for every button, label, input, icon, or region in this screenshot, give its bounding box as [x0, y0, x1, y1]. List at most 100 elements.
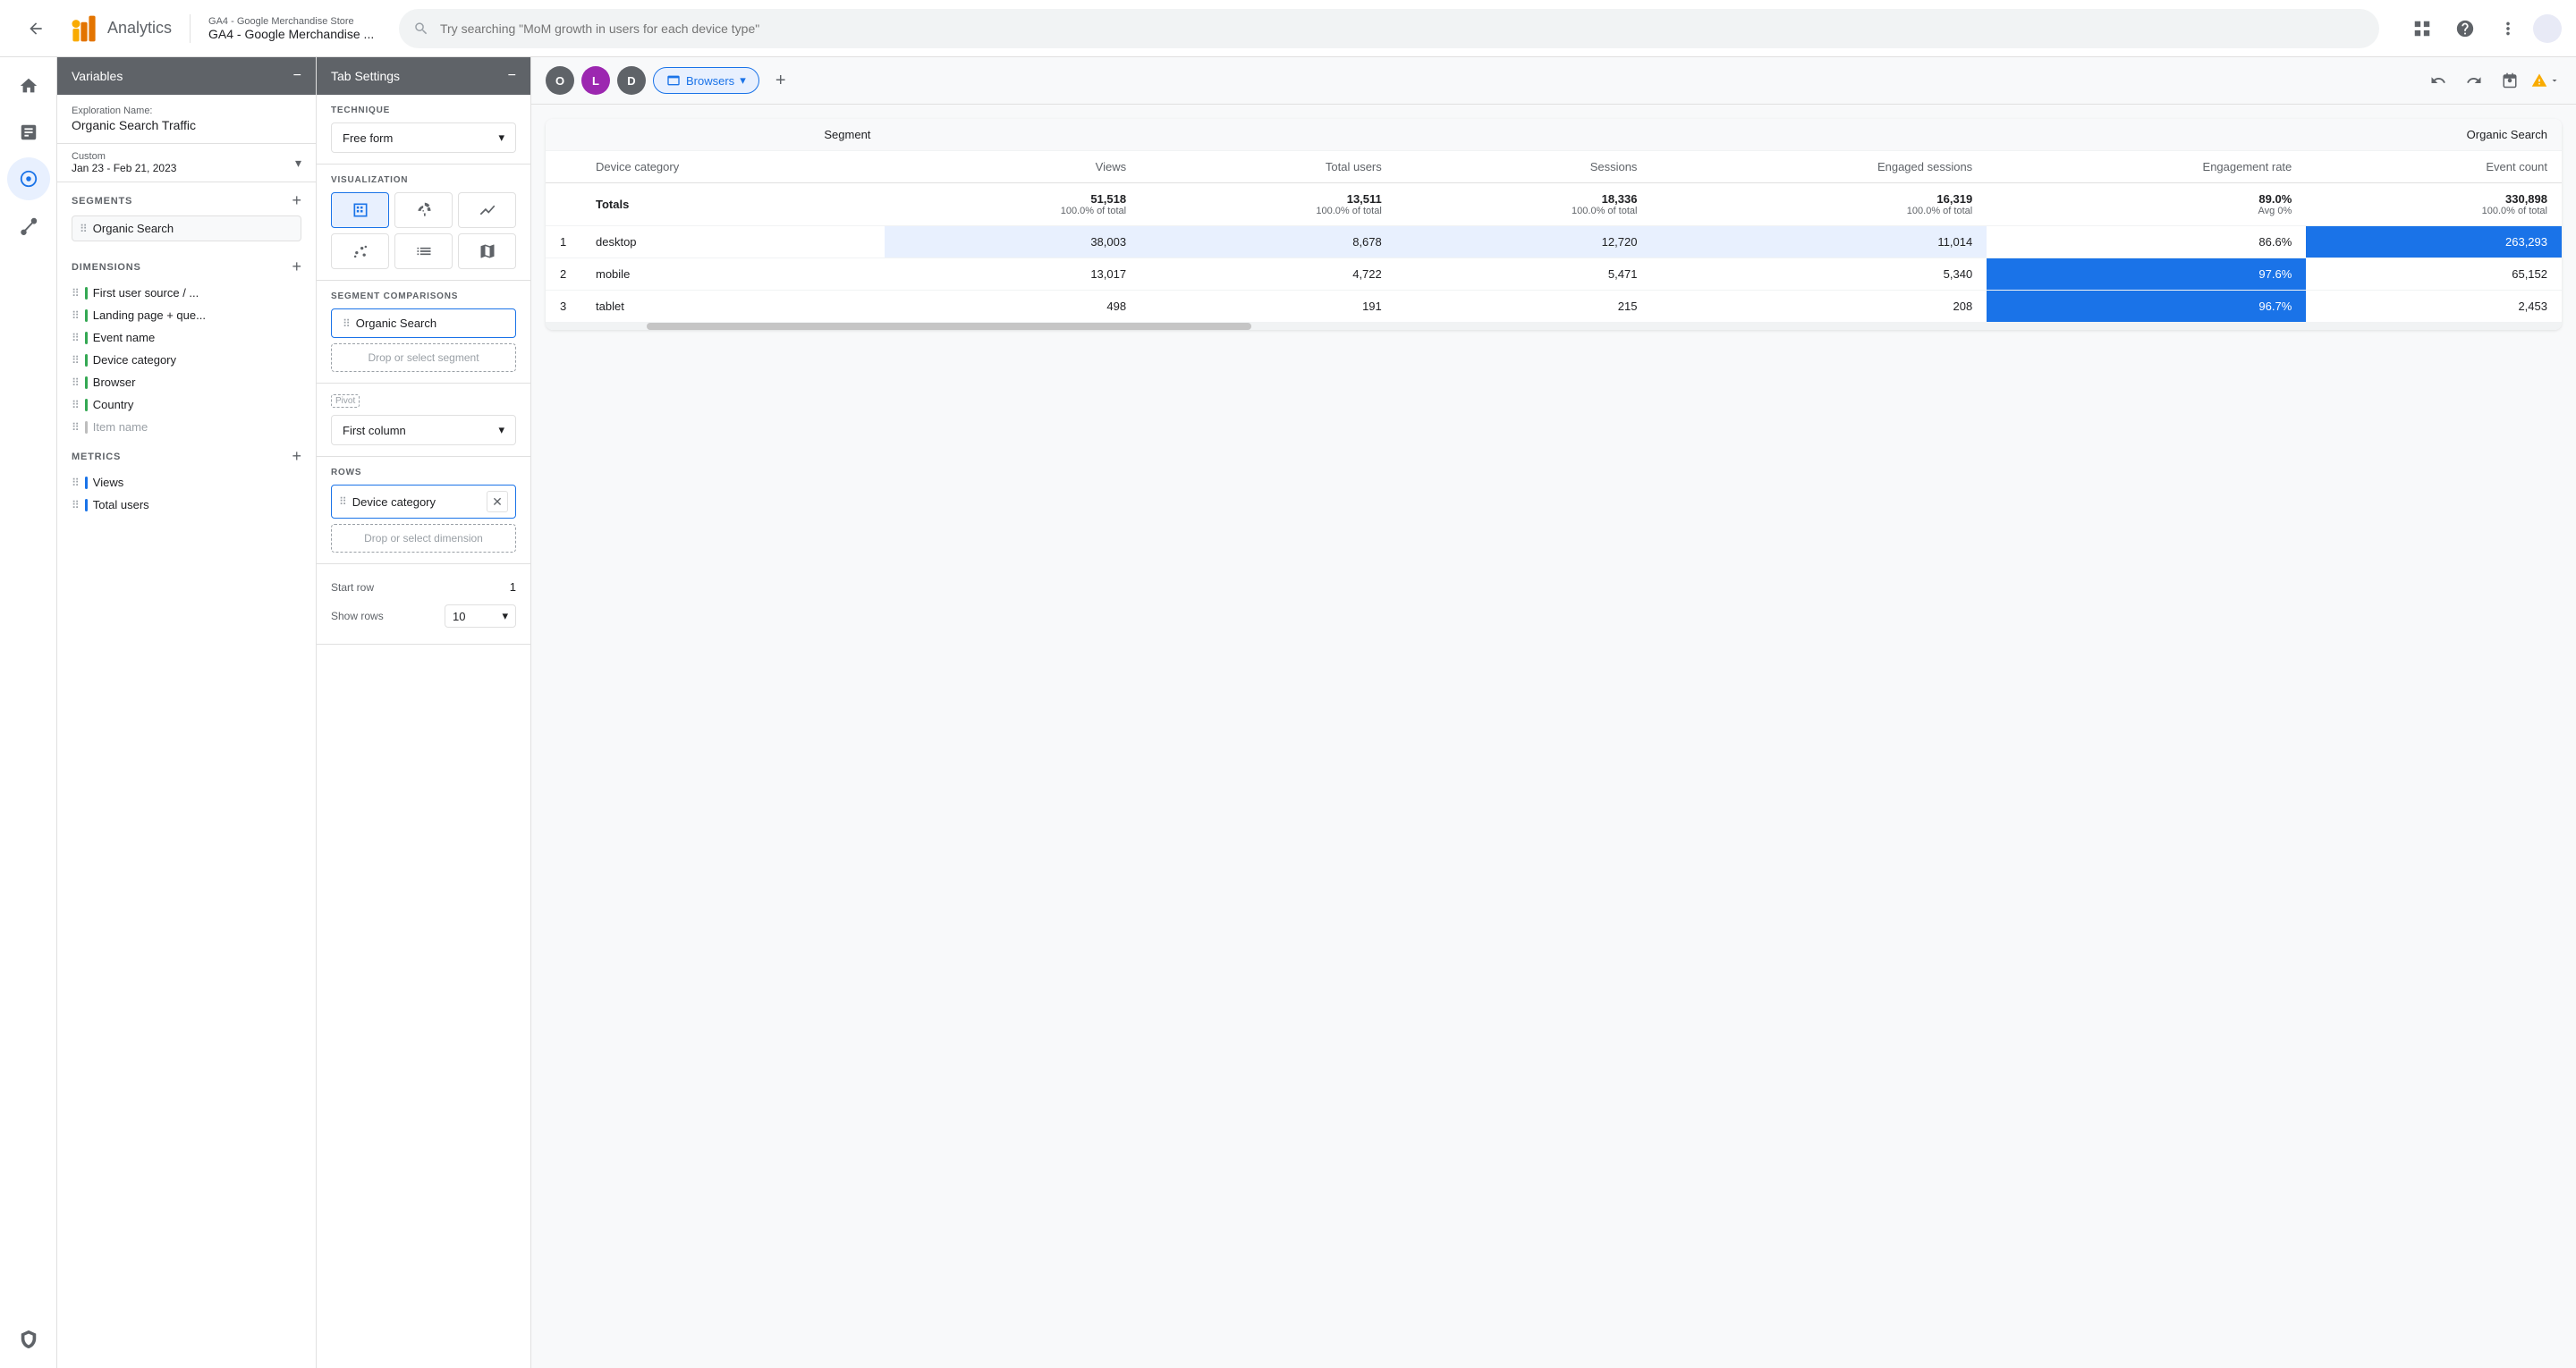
dimensions-add-btn[interactable]: +	[292, 258, 301, 276]
rows-title: ROWS	[331, 468, 516, 477]
pivot-section: Pivot First column ▾	[317, 384, 530, 457]
tab-avatar-l[interactable]: L	[581, 66, 610, 95]
segment-comparisons-section: SEGMENT COMPARISONS ⠿ Organic Search Dro…	[317, 281, 530, 384]
segment-comparison-item-organic[interactable]: ⠿ Organic Search	[331, 308, 516, 338]
tab-settings-panel: Tab Settings − TECHNIQUE Free form ▾ VIS…	[317, 57, 531, 1368]
row-device: tablet	[581, 291, 885, 323]
horizontal-scrollbar[interactable]	[546, 323, 2562, 330]
rows-device-category-item[interactable]: ⠿ Device category ✕	[331, 485, 516, 519]
segment-comparisons-title: SEGMENT COMPARISONS	[331, 291, 516, 301]
pivot-dropdown[interactable]: First column ▾	[331, 415, 516, 445]
undo-btn[interactable]	[2422, 64, 2454, 97]
back-button[interactable]	[14, 7, 57, 50]
nav-explore[interactable]	[7, 157, 50, 200]
col-views[interactable]: Views	[885, 151, 1140, 183]
show-rows-dropdown[interactable]: 10 ▾	[445, 604, 516, 628]
user-avatar[interactable]	[2533, 14, 2562, 43]
tab-avatar-o[interactable]: O	[546, 66, 574, 95]
tab-settings-header: Tab Settings −	[317, 57, 530, 95]
drop-segment-label: Drop or select segment	[368, 351, 479, 364]
col-sessions[interactable]: Sessions	[1396, 151, 1652, 183]
drop-segment-zone[interactable]: Drop or select segment	[331, 343, 516, 372]
search-input[interactable]	[440, 21, 2365, 36]
tab-settings-title: Tab Settings	[331, 69, 400, 83]
active-tab-browsers[interactable]: Browsers ▾	[653, 67, 759, 94]
row-views: 498	[885, 291, 1140, 323]
dim-color-bar	[85, 354, 88, 367]
tab-settings-minimize-btn[interactable]: −	[508, 68, 516, 84]
help-button[interactable]	[2447, 11, 2483, 46]
topbar-divider	[190, 14, 191, 43]
row-num: 1	[546, 226, 581, 258]
dimensions-title: DIMENSIONS	[72, 262, 141, 273]
property-sub: GA4 - Google Merchandise Store	[208, 16, 374, 27]
totals-total-users: 13,511 100.0% of total	[1140, 183, 1396, 226]
viz-table-btn[interactable]	[331, 192, 389, 228]
dim-device-category[interactable]: ⠿ Device category	[57, 349, 316, 371]
dim-event-name[interactable]: ⠿ Event name	[57, 326, 316, 349]
segment-chip-organic-search[interactable]: ⠿ Organic Search	[72, 215, 301, 241]
col-dimension[interactable]: Device category	[581, 151, 885, 183]
more-button[interactable]	[2490, 11, 2526, 46]
segments-add-btn[interactable]: +	[292, 191, 301, 210]
nav-reports[interactable]	[7, 111, 50, 154]
nav-advertising[interactable]	[7, 204, 50, 247]
metrics-add-btn[interactable]: +	[292, 447, 301, 466]
row-sessions: 215	[1396, 291, 1652, 323]
row-total-users: 191	[1140, 291, 1396, 323]
nav-home[interactable]	[7, 64, 50, 107]
scrollbar-thumb[interactable]	[647, 323, 1251, 330]
pivot-value: First column	[343, 424, 406, 437]
technique-dropdown[interactable]: Free form ▾	[331, 122, 516, 153]
visualization-section: VISUALIZATION	[317, 165, 530, 281]
viz-donut-btn[interactable]	[394, 192, 453, 228]
tab-avatar-d[interactable]: D	[617, 66, 646, 95]
main-content: O L D Browsers ▾ +	[531, 57, 2576, 1368]
warning-btn[interactable]	[2529, 64, 2562, 97]
dim-item-name[interactable]: ⠿ Item name	[57, 416, 316, 438]
share-btn[interactable]	[2494, 64, 2526, 97]
row-engagement-rate: 96.7%	[1987, 291, 2306, 323]
variables-minimize-btn[interactable]: −	[293, 68, 301, 84]
rows-section: ROWS ⠿ Device category ✕ Drop or select …	[317, 457, 530, 564]
redo-btn[interactable]	[2458, 64, 2490, 97]
date-range-section[interactable]: Custom Jan 23 - Feb 21, 2023 ▾	[57, 144, 316, 182]
topbar: Analytics GA4 - Google Merchandise Store…	[0, 0, 2576, 57]
metric-views[interactable]: ⠿ Views	[57, 471, 316, 494]
add-tab-btn[interactable]: +	[767, 66, 795, 95]
active-tab-arrow[interactable]: ▾	[740, 73, 746, 88]
viz-scatter-btn[interactable]	[331, 233, 389, 269]
search-box[interactable]	[399, 9, 2379, 48]
start-row-value: 1	[510, 580, 516, 594]
row-num: 3	[546, 291, 581, 323]
grid-button[interactable]	[2404, 11, 2440, 46]
viz-bar-btn[interactable]	[394, 233, 453, 269]
row-engagement-rate: 97.6%	[1987, 258, 2306, 291]
active-tab-label: Browsers	[686, 74, 734, 88]
metric-bar	[85, 499, 88, 511]
drop-dimension-label: Drop or select dimension	[364, 532, 483, 545]
rows-item-remove-btn[interactable]: ✕	[487, 491, 508, 512]
dim-landing-page[interactable]: ⠿ Landing page + que...	[57, 304, 316, 326]
dim-first-user-source[interactable]: ⠿ First user source / ...	[57, 282, 316, 304]
nav-admin[interactable]	[7, 1318, 50, 1361]
col-event-count[interactable]: Event count	[2306, 151, 2562, 183]
exploration-name: Organic Search Traffic	[72, 118, 301, 132]
dim-label: Item name	[93, 420, 148, 434]
metric-total-users[interactable]: ⠿ Total users	[57, 494, 316, 516]
metrics-title: METRICS	[72, 452, 121, 462]
dim-browser[interactable]: ⠿ Browser	[57, 371, 316, 393]
viz-map-btn[interactable]	[458, 233, 516, 269]
row-views: 13,017	[885, 258, 1140, 291]
col-engagement-rate[interactable]: Engagement rate	[1987, 151, 2306, 183]
dim-color-bar	[85, 376, 88, 389]
rows-dots: ⠿	[339, 495, 347, 508]
dim-country[interactable]: ⠿ Country	[57, 393, 316, 416]
drop-dimension-zone[interactable]: Drop or select dimension	[331, 524, 516, 553]
data-table: Segment Organic Search Device category V…	[546, 119, 2562, 323]
viz-line-btn[interactable]	[458, 192, 516, 228]
col-total-users[interactable]: Total users	[1140, 151, 1396, 183]
date-arrow[interactable]: ▾	[295, 156, 301, 171]
visualization-title: VISUALIZATION	[331, 175, 516, 185]
col-engaged-sessions[interactable]: Engaged sessions	[1651, 151, 1987, 183]
